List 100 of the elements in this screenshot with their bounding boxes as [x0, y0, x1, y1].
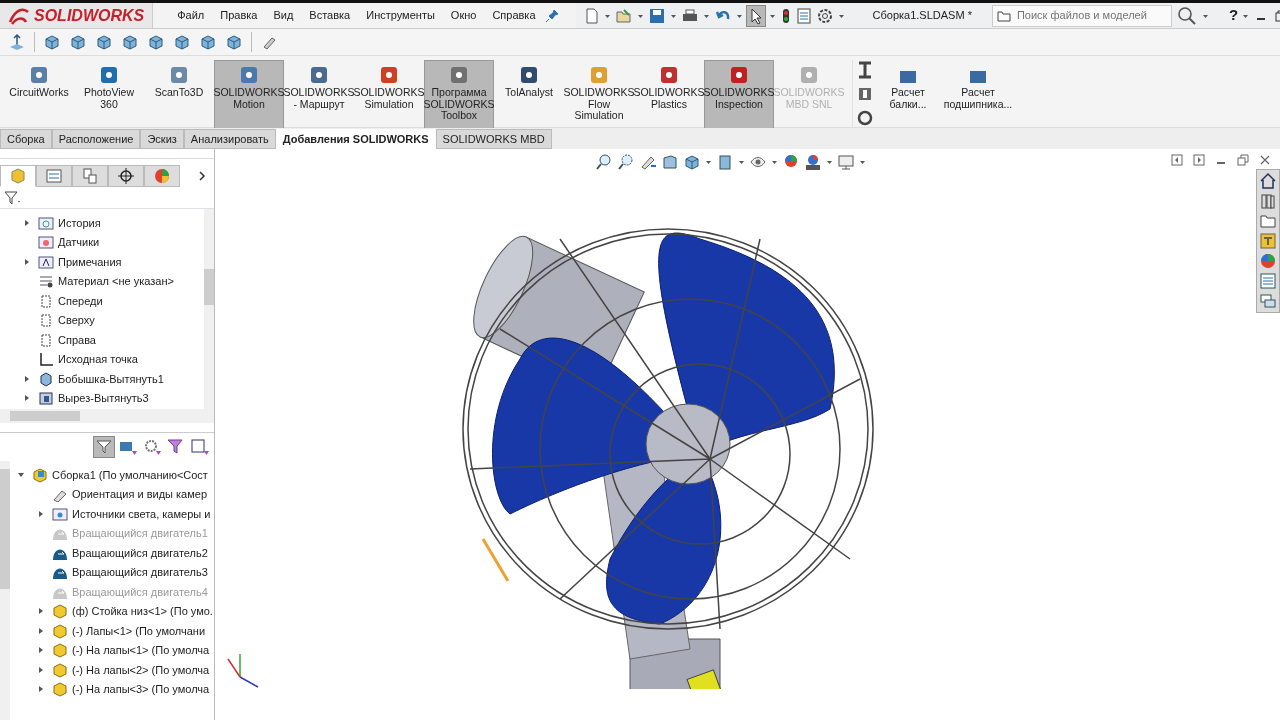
close-icon[interactable]: [1258, 153, 1272, 167]
zoom-area-icon[interactable]: [617, 153, 635, 171]
command-tab[interactable]: SOLIDWORKS MBD: [435, 129, 552, 149]
display-style-icon[interactable]: [716, 153, 734, 171]
crosshair-tab[interactable]: [108, 165, 144, 187]
tree-item-label[interactable]: Источники света, камеры и: [72, 505, 211, 522]
expand-arrow-icon[interactable]: [38, 626, 44, 635]
expand-arrow-icon[interactable]: [38, 685, 44, 694]
books-icon[interactable]: [1259, 192, 1277, 210]
feature-tree-tab[interactable]: [0, 165, 36, 187]
scrollbar[interactable]: [0, 409, 214, 423]
tree-item-label[interactable]: (-) На лапы<2> (По умолча: [72, 661, 210, 678]
help-button[interactable]: ?: [1228, 4, 1239, 27]
next-pane-icon[interactable]: [1192, 153, 1206, 167]
expand-arrow-icon[interactable]: [17, 471, 25, 478]
menu-item[interactable]: Вид: [265, 7, 302, 24]
settings-icon[interactable]: [815, 6, 834, 25]
expand-arrow-icon[interactable]: [24, 374, 30, 383]
chat-icon[interactable]: [1259, 292, 1277, 310]
scrollbar[interactable]: [0, 461, 10, 720]
property-tab[interactable]: [36, 165, 72, 187]
command-tab[interactable]: Сборка: [0, 129, 52, 149]
scrollbar[interactable]: [204, 209, 214, 409]
expand-arrow-icon[interactable]: [38, 646, 44, 655]
cube-icon[interactable]: [199, 33, 217, 51]
command-tab[interactable]: Эскиз: [140, 129, 184, 149]
tree-item-label[interactable]: Вырез-Вытянуть3: [58, 390, 149, 407]
expand-arrow-icon[interactable]: [24, 394, 30, 403]
ribbon-button[interactable]: Расчет подшипника...: [943, 60, 1013, 130]
gear-filter-icon[interactable]: [142, 437, 162, 457]
zoom-to-fit-icon[interactable]: [595, 153, 613, 171]
command-tab[interactable]: Расположение: [51, 129, 141, 149]
menu-item[interactable]: Вставка: [301, 7, 359, 24]
tree-item-label[interactable]: Бобышка-Вытянуть1: [58, 370, 164, 387]
ribbon-button[interactable]: SOLIDWORKS Inspection: [704, 60, 774, 130]
search-icon[interactable]: [1175, 5, 1198, 26]
chevron-right-icon[interactable]: [198, 169, 206, 182]
tree-item-label[interactable]: Вращающийся двигатель2: [72, 544, 208, 561]
command-tab[interactable]: Анализировать: [183, 129, 276, 149]
view-orientation-icon[interactable]: [683, 153, 701, 171]
folder-icon[interactable]: [1259, 212, 1277, 230]
cut-feature-icon: [38, 390, 54, 407]
app-logo-text: SOLIDWORKS: [34, 5, 145, 26]
cube-icon[interactable]: [95, 33, 113, 51]
ribbon-button[interactable]: SOLIDWORKS Motion: [214, 60, 284, 130]
tree-item-label[interactable]: Ориентация и виды камер: [72, 486, 208, 503]
library-icon[interactable]: [1259, 232, 1277, 250]
tree-item-label[interactable]: Датчики: [58, 234, 100, 251]
pin-icon[interactable]: [543, 7, 560, 24]
tree-item-label[interactable]: (-) Лапы<1> (По умолчани: [72, 622, 206, 639]
expand-arrow-icon[interactable]: [38, 607, 44, 616]
pages-icon: [82, 168, 98, 184]
tree-item-label[interactable]: Примечания: [58, 253, 122, 270]
list-icon[interactable]: [1259, 272, 1277, 290]
cube-icon[interactable]: [43, 33, 61, 51]
menu-item[interactable]: Файл: [169, 7, 213, 24]
open-folder-icon[interactable]: [614, 6, 633, 25]
cube-icon[interactable]: [69, 33, 87, 51]
expand-arrow-icon[interactable]: [38, 665, 44, 674]
command-tab[interactable]: Добавления SOLIDWORKS: [275, 129, 436, 149]
cube-icon: [10, 168, 26, 184]
normal-to-plane-icon[interactable]: [8, 33, 26, 51]
scene-icon[interactable]: [804, 153, 822, 171]
part-icon: [52, 661, 68, 678]
tree-item-label[interactable]: Спереди: [58, 292, 103, 309]
tree-item-label[interactable]: Сборка1 (По умолчанию<Сост: [52, 466, 208, 483]
tree-item-label[interactable]: (-) На лапы<3> (По умолча: [72, 681, 210, 698]
cube-icon[interactable]: [225, 33, 243, 51]
tree-item-label[interactable]: Материал <не указан>: [58, 273, 174, 290]
ribbon-button[interactable]: Расчет балки...: [873, 60, 943, 130]
folder-icon: [996, 9, 1011, 22]
cube-icon[interactable]: [173, 33, 191, 51]
menu-item[interactable]: Инструменты: [358, 7, 443, 24]
cube-icon[interactable]: [121, 33, 139, 51]
tree-item-label[interactable]: (-) На лапы<1> (По умолча: [72, 642, 210, 659]
previous-pane-icon[interactable]: [1170, 153, 1184, 167]
filter-icon[interactable]: [4, 189, 22, 206]
search-field[interactable]: Поиск файлов и моделей: [991, 4, 1172, 27]
expand-arrow-icon[interactable]: [38, 509, 44, 518]
beam-icon[interactable]: [857, 60, 873, 80]
restore-icon[interactable]: [1236, 153, 1250, 167]
color-ball-icon[interactable]: [1259, 252, 1277, 270]
menu-item[interactable]: Правка: [212, 7, 266, 24]
tree-item-label[interactable]: Исходная точка: [58, 351, 138, 368]
expand-arrow-icon[interactable]: [24, 218, 30, 227]
tree-item-label[interactable]: Вращающийся двигатель3: [72, 564, 208, 581]
expand-arrow-icon[interactable]: [24, 257, 30, 266]
menu-item[interactable]: Справка: [484, 7, 544, 24]
cube-icon[interactable]: [147, 33, 165, 51]
monitor-icon[interactable]: [837, 153, 855, 171]
menu-item[interactable]: Окно: [442, 7, 485, 24]
tree-item-label[interactable]: Справа: [58, 331, 96, 348]
tree-item-label[interactable]: (ф) Стойка низ<1> (По умо.: [72, 603, 213, 620]
tree-item-label[interactable]: Сверху: [58, 312, 95, 329]
tree-item-label[interactable]: История: [58, 214, 101, 231]
home-icon[interactable]: [1259, 172, 1277, 190]
ring-icon[interactable]: [857, 108, 873, 128]
funnel-filter-icon[interactable]: [166, 437, 186, 457]
save-icon[interactable]: [647, 6, 666, 25]
ribbon-button[interactable]: Программа SOLIDWORKS Toolbox: [424, 60, 494, 130]
